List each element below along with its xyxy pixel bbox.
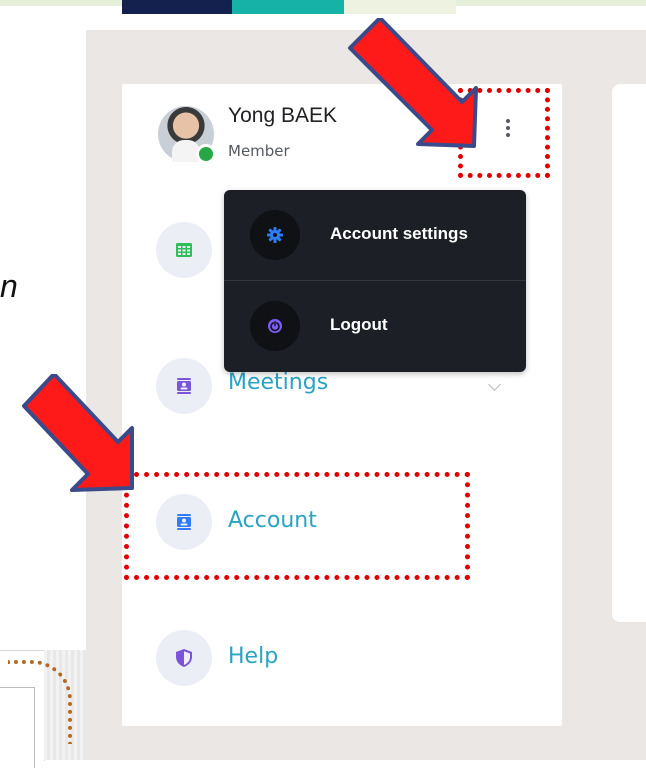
- account-dropdown-menu: Account settings Logout: [224, 190, 526, 372]
- slide-text-fragment: n: [0, 268, 18, 304]
- power-icon: [250, 301, 300, 351]
- annotation-highlight-account: [124, 472, 470, 580]
- main-content-card: [612, 84, 646, 622]
- slide-bar-light: [344, 0, 456, 14]
- menu-item-label: Account settings: [330, 224, 468, 243]
- online-status-dot: [196, 144, 216, 164]
- sidebar-item-label: Help: [228, 644, 279, 669]
- slide-bar-teal: [232, 0, 344, 14]
- user-name: Yong BAEK: [228, 104, 337, 127]
- sidebar-item-label: Meetings: [228, 370, 329, 395]
- gear-icon: [250, 210, 300, 260]
- contact-card-icon: [156, 358, 212, 414]
- menu-item-account-settings[interactable]: Account settings: [224, 190, 526, 281]
- user-role: Member: [228, 142, 290, 160]
- calendar-grid-icon: [156, 222, 212, 278]
- annotation-arrow-right: [348, 18, 478, 148]
- annotation-arrow-left: [22, 374, 134, 492]
- slide-bar-navy: [122, 0, 232, 14]
- user-avatar[interactable]: [158, 106, 216, 164]
- sidebar-item-help[interactable]: Help: [156, 630, 456, 686]
- shield-icon: [156, 630, 212, 686]
- menu-item-label: Logout: [330, 315, 388, 334]
- menu-item-logout[interactable]: Logout: [224, 281, 526, 371]
